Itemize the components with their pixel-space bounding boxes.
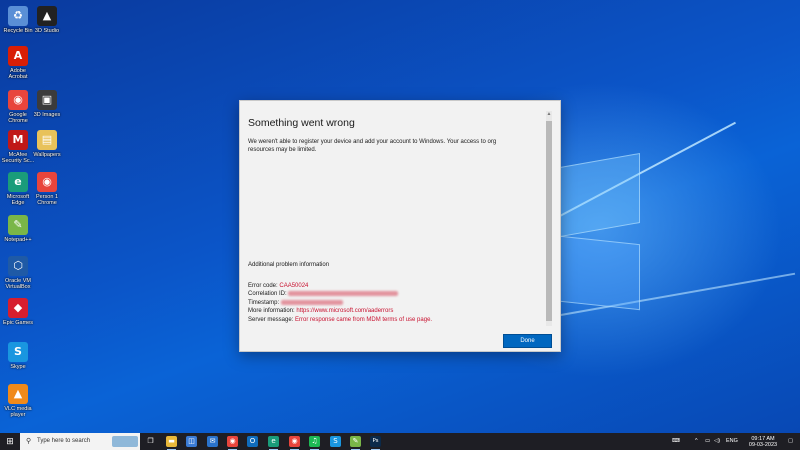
desktop-icon-label: Wallpapers <box>33 152 61 158</box>
section-title: Additional problem information <box>248 262 330 268</box>
scroll-up-icon[interactable]: ▲ <box>546 111 552 117</box>
server-message-label: Server message: <box>248 316 294 323</box>
photoshop-icon[interactable]: Ps <box>370 436 381 450</box>
notepad-plus-icon[interactable]: ✎ <box>350 436 361 450</box>
network-icon[interactable]: ▭ <box>705 433 710 450</box>
done-button[interactable]: Done <box>503 334 552 348</box>
error-dialog: Something went wrong We weren't able to … <box>239 100 561 352</box>
desktop-icon-app[interactable]: ▣ 3D Images <box>30 90 64 118</box>
dialog-description: We weren't able to register your device … <box>248 139 497 153</box>
desktop: ♻ Recycle Bin ▲ 3D Studio A Adobe Acroba… <box>0 0 800 433</box>
taskbar: ⊞ ⚲ Type here to search ❐ ▬ ◫ ✉ ◉ O e ◉ … <box>0 433 800 450</box>
desktop-icon-app[interactable]: ▲ 3D Studio <box>30 6 64 34</box>
redacted-value <box>280 299 343 305</box>
mcafee-icon: M <box>8 130 28 150</box>
more-info-row: More information: https://www.microsoft.… <box>248 307 538 315</box>
desktop-icon-label: Oracle VM VirtualBox <box>5 278 31 290</box>
correlation-id-label: Correlation ID: <box>248 291 287 298</box>
chrome-icon[interactable]: ◉ <box>227 436 238 450</box>
desktop-icon-label: Epic Games <box>3 320 33 326</box>
desktop-icon-app[interactable]: ◆ Epic Games <box>1 298 35 326</box>
chrome-icon: ◉ <box>37 172 57 192</box>
chrome-icon[interactable]: ◉ <box>289 436 300 450</box>
wallpaper-window-logo <box>560 235 640 311</box>
language-indicator[interactable]: ENG <box>726 433 738 450</box>
outlook-icon[interactable]: O <box>247 436 258 447</box>
taskbar-search[interactable]: ⚲ Type here to search <box>20 433 140 450</box>
store-icon[interactable]: ◫ <box>186 436 197 447</box>
desktop-icon-virtualbox[interactable]: ⬡ Oracle VM VirtualBox <box>1 256 35 290</box>
more-info-label: More information: <box>248 308 295 315</box>
desktop-icon-skype[interactable]: S Skype <box>1 342 35 370</box>
skype-icon: S <box>8 342 28 362</box>
error-code-value: CAA50024 <box>279 283 309 289</box>
chrome-icon: ◉ <box>8 90 28 110</box>
desktop-icon-label: Skype <box>10 364 26 370</box>
spotify-icon[interactable]: ♫ <box>309 436 320 450</box>
show-hidden-icons-chevron[interactable]: ^ <box>695 433 698 450</box>
redacted-value <box>288 291 399 297</box>
desktop-icon-label: Adobe Acrobat <box>8 68 28 80</box>
desktop-icon-folder[interactable]: ▤ Wallpapers <box>30 130 64 158</box>
system-tray: ⌨ ^ ▭ ◁) ENG 09:17 AM 09-03-2023 ▢ <box>670 433 800 450</box>
edge-icon[interactable]: e <box>268 436 279 450</box>
skype-icon[interactable]: S <box>330 436 341 447</box>
desktop-icon-vlc[interactable]: ▲ VLC media player <box>1 384 35 418</box>
more-info-link[interactable]: https://www.microsoft.com/aaderrors <box>296 308 393 314</box>
search-icon: ⚲ <box>26 438 32 445</box>
search-placeholder: Type here to search <box>37 438 91 444</box>
desktop-icon-acrobat[interactable]: A Adobe Acrobat <box>1 46 35 80</box>
desktop-icon-label: 3D Studio <box>34 28 60 34</box>
error-code-label: Error code: <box>248 283 278 289</box>
keyboard-icon[interactable]: ⌨ <box>672 433 680 450</box>
mail-icon[interactable]: ✉ <box>207 436 218 447</box>
start-button[interactable]: ⊞ <box>0 433 20 450</box>
virtualbox-icon: ⬡ <box>8 256 28 276</box>
app-icon: ◆ <box>8 298 28 318</box>
scrollbar-thumb[interactable] <box>546 121 552 321</box>
desktop-icon-label: Person 1 Chrome <box>35 194 58 206</box>
acrobat-icon: A <box>8 46 28 66</box>
server-message-value: Error response came from MDM terms of us… <box>295 316 433 323</box>
task-view-icon[interactable]: ❐ <box>145 436 156 447</box>
app-icon: ▣ <box>37 90 57 110</box>
edge-icon: e <box>8 172 28 192</box>
error-code-row: Error code: CAA50024 <box>248 282 538 290</box>
desktop-icon-label: Notepad++ <box>4 237 32 243</box>
file-explorer-icon[interactable]: ▬ <box>166 436 177 450</box>
desktop-icon-label: VLC media player <box>4 406 32 418</box>
notification-icon[interactable]: ▢ <box>788 433 793 450</box>
timestamp-row: Timestamp: <box>248 299 538 307</box>
clock[interactable]: 09:17 AM 09-03-2023 <box>744 436 782 448</box>
desktop-icon-notepad-plus[interactable]: ✎ Notepad++ <box>1 215 35 243</box>
wallpaper-window-logo <box>560 152 640 238</box>
volume-icon[interactable]: ◁) <box>714 433 720 450</box>
dialog-title: Something went wrong <box>248 117 355 129</box>
vlc-icon: ▲ <box>8 384 28 404</box>
desktop-icon-label: 3D Images <box>33 112 61 118</box>
clock-date: 09-03-2023 <box>748 442 778 448</box>
folder-icon: ▤ <box>37 130 57 150</box>
search-highlight-image <box>112 436 138 447</box>
server-message-row: Server message: Error response came from… <box>248 316 538 324</box>
vertical-scrollbar[interactable]: ▲ <box>546 111 552 326</box>
desktop-icon-chrome-profile[interactable]: ◉ Person 1 Chrome <box>30 172 64 206</box>
correlation-id-row: Correlation ID: <box>248 290 538 298</box>
notepad-plus-icon: ✎ <box>8 215 28 235</box>
problem-info: Error code: CAA50024 Correlation ID: Tim… <box>248 282 538 324</box>
recycle-bin-icon: ♻ <box>8 6 28 26</box>
app-icon: ▲ <box>37 6 57 26</box>
timestamp-label: Timestamp: <box>248 299 280 306</box>
